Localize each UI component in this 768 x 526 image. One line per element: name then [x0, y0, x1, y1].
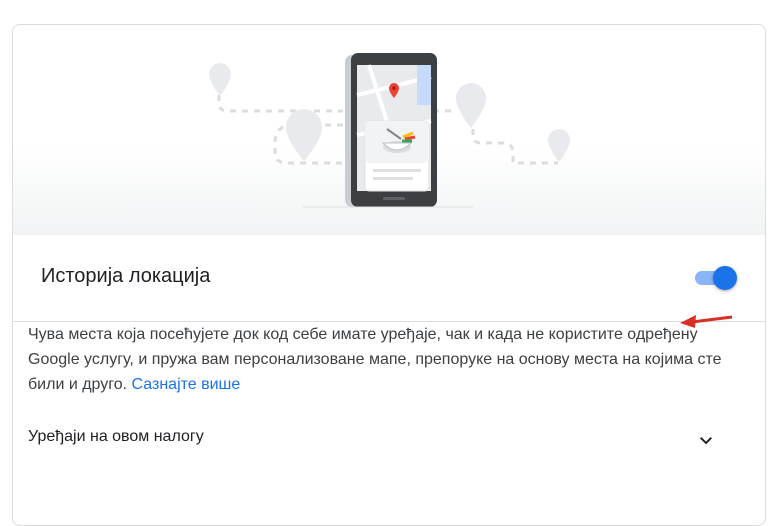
devices-on-account-row[interactable]: Уређаји на овом налогу	[28, 424, 718, 454]
devices-label: Уређаји на овом налогу	[28, 428, 204, 445]
section-title: Историја локација	[41, 265, 211, 287]
location-history-row: Историја локација	[13, 235, 765, 322]
phone-map-illustration	[13, 25, 765, 235]
description-text: Чува места која посећујете док код себе …	[28, 322, 728, 397]
location-history-toggle[interactable]	[693, 265, 739, 291]
chevron-down-icon[interactable]	[694, 428, 718, 452]
learn-more-link[interactable]: Сазнајте више	[132, 376, 241, 393]
toggle-thumb	[713, 266, 737, 290]
